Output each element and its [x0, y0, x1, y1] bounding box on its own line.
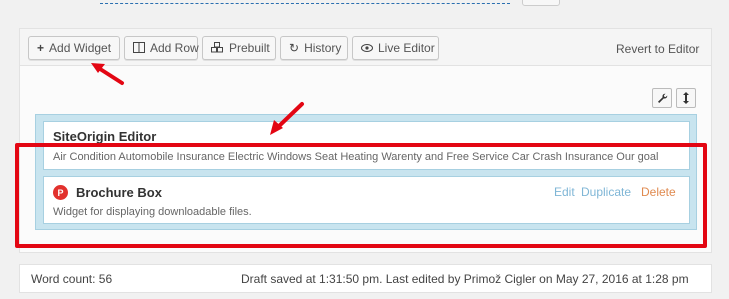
annotation-arrows	[91, 63, 304, 135]
word-count: Word count: 56	[31, 272, 113, 286]
draft-saved-status: Draft saved at 1:31:50 pm. Last edited b…	[241, 272, 689, 286]
